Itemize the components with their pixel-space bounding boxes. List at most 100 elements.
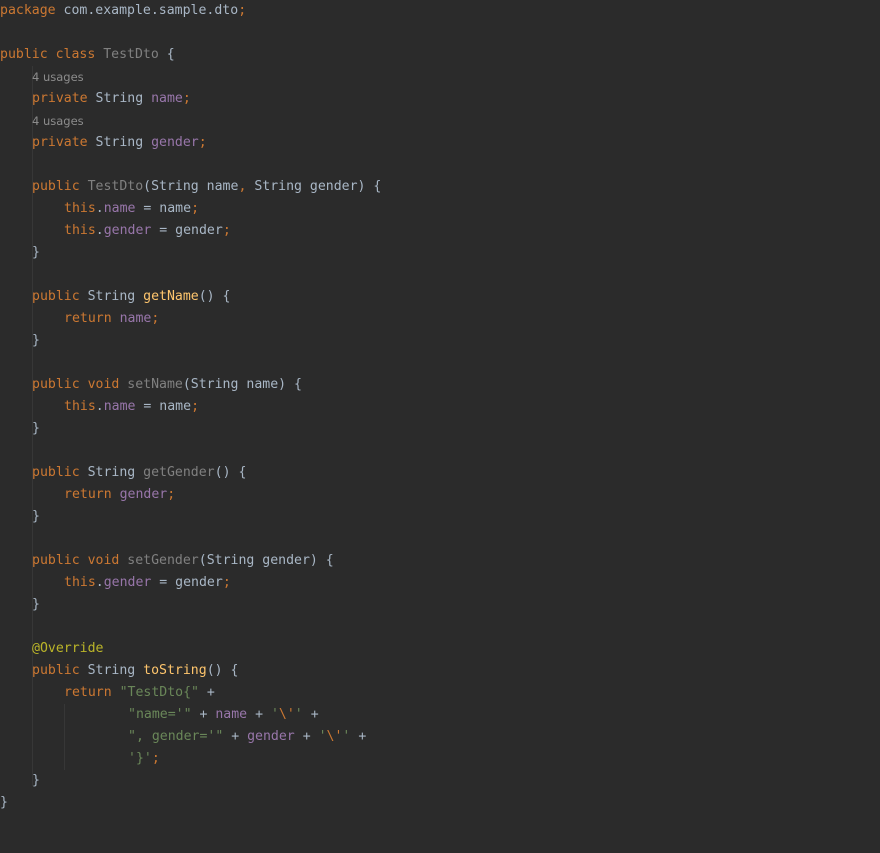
code-token: } <box>32 597 40 612</box>
code-token: ' <box>318 729 327 744</box>
code-token: return <box>64 487 120 502</box>
code-token: = gender <box>151 223 223 238</box>
code-token: + <box>191 707 216 722</box>
code-line[interactable]: return name; <box>64 308 159 330</box>
code-line[interactable]: public String getGender() { <box>32 462 246 484</box>
code-line[interactable]: 4 usages <box>32 66 84 88</box>
code-token: ; <box>167 487 176 502</box>
code-token: ", gender='" <box>128 729 224 744</box>
code-line[interactable]: public String getName() { <box>32 286 231 308</box>
code-token: @Override <box>32 641 104 656</box>
code-line[interactable]: this.name = name; <box>64 198 199 220</box>
code-line[interactable]: } <box>32 242 40 264</box>
code-token: ' <box>270 707 279 722</box>
code-token: ' <box>294 707 303 722</box>
code-token: . <box>95 223 104 238</box>
code-token: . <box>95 575 104 590</box>
code-line[interactable]: return "TestDto{" + <box>64 682 215 704</box>
code-token: String <box>95 135 152 150</box>
code-token: + <box>294 729 319 744</box>
code-token: ; <box>191 399 200 414</box>
code-token: "TestDto{" <box>119 685 199 700</box>
code-token: ; <box>238 3 247 18</box>
code-token: public <box>32 179 88 194</box>
code-token: (String gender) { <box>198 553 334 568</box>
code-token: toString <box>143 663 207 678</box>
code-token: getGender <box>143 465 215 480</box>
code-line[interactable]: } <box>32 330 40 352</box>
code-line[interactable]: return gender; <box>64 484 175 506</box>
code-token: public <box>32 465 88 480</box>
code-token: ; <box>151 311 160 326</box>
code-line[interactable]: private String gender; <box>32 132 207 154</box>
code-line[interactable]: public String toString() { <box>32 660 238 682</box>
code-token: () { <box>214 465 247 480</box>
code-token: name <box>151 91 183 106</box>
code-token: = name <box>135 201 192 216</box>
code-token: (String name) { <box>182 377 302 392</box>
code-token: gender <box>247 729 295 744</box>
code-line[interactable]: 4 usages <box>32 110 84 132</box>
code-token: '}' <box>128 751 152 766</box>
code-line[interactable]: } <box>32 506 40 528</box>
code-line[interactable]: public void setGender(String gender) { <box>32 550 334 572</box>
code-line[interactable]: public void setName(String name) { <box>32 374 302 396</box>
code-token: this <box>64 201 96 216</box>
code-token: private <box>32 135 96 150</box>
code-token: } <box>32 245 40 260</box>
code-line[interactable]: public TestDto(String name, String gende… <box>32 176 381 198</box>
code-token: name <box>215 707 248 722</box>
code-token: String <box>87 465 144 480</box>
code-line[interactable]: '}'; <box>128 748 160 770</box>
code-line[interactable]: } <box>32 594 40 616</box>
code-token: public class <box>0 47 104 62</box>
code-token: name <box>103 399 136 414</box>
code-token: = gender <box>151 575 223 590</box>
code-token: } <box>32 773 40 788</box>
code-token: package <box>0 3 56 18</box>
code-token: } <box>32 421 40 436</box>
code-token: ; <box>191 201 200 216</box>
code-token: + <box>247 707 271 722</box>
indent-guide <box>64 704 65 770</box>
code-token: (String name <box>143 179 239 194</box>
code-line[interactable]: private String name; <box>32 88 191 110</box>
usage-hint[interactable]: 4 usages <box>32 70 84 84</box>
code-token: } <box>32 333 40 348</box>
code-token: public void <box>32 553 128 568</box>
code-token: . <box>95 201 104 216</box>
code-line[interactable]: @Override <box>32 638 103 660</box>
code-token: () { <box>198 289 231 304</box>
code-line[interactable]: ", gender='" + gender + '\'' + <box>128 726 366 748</box>
usage-hint[interactable]: 4 usages <box>32 114 84 128</box>
code-line[interactable]: } <box>32 770 40 792</box>
code-line[interactable]: } <box>32 418 40 440</box>
code-token: } <box>32 509 40 524</box>
code-token: + <box>302 707 319 722</box>
code-line[interactable]: "name='" + name + '\'' + <box>128 704 319 726</box>
code-token: ; <box>198 135 207 150</box>
code-token: gender <box>151 135 199 150</box>
code-token: public void <box>32 377 128 392</box>
code-token: private <box>32 91 96 106</box>
code-editor[interactable]: package com.example.sample.dto; public cl… <box>0 0 880 853</box>
code-line[interactable]: public class TestDto { <box>0 44 175 66</box>
code-line[interactable]: this.gender = gender; <box>64 220 231 242</box>
code-token: setName <box>127 377 183 392</box>
code-token: , <box>238 179 255 194</box>
code-line[interactable]: } <box>0 792 8 814</box>
code-token: = name <box>135 399 192 414</box>
code-token: gender <box>103 575 152 590</box>
code-token: \' <box>278 707 295 722</box>
code-token: setGender <box>127 553 199 568</box>
code-line[interactable]: this.gender = gender; <box>64 572 231 594</box>
code-line[interactable]: package com.example.sample.dto; <box>0 0 246 22</box>
code-token: "name='" <box>128 707 192 722</box>
code-token: name <box>119 311 152 326</box>
code-token: + <box>350 729 367 744</box>
code-token: gender <box>119 487 168 502</box>
code-line[interactable]: this.name = name; <box>64 396 199 418</box>
code-token: ; <box>222 575 231 590</box>
code-token: String <box>87 663 144 678</box>
code-token: public <box>32 289 88 304</box>
